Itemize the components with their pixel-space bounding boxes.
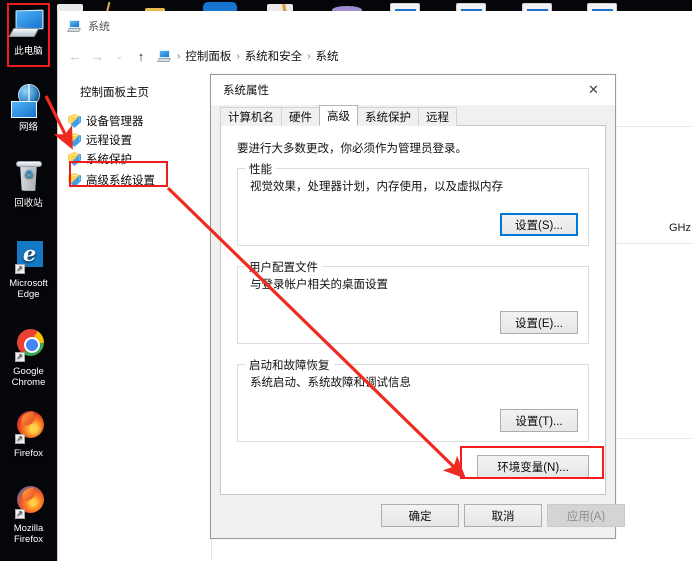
shield-icon (68, 114, 81, 128)
tab-remote[interactable]: 远程 (418, 107, 457, 126)
shortcut-arrow-icon: ↗ (14, 434, 25, 444)
breadcrumb-separator: › (307, 50, 311, 62)
firefox-icon: ↗ (9, 410, 49, 446)
back-button[interactable]: ← (64, 45, 86, 67)
sidebar-item-label: 高级系统设置 (86, 175, 155, 187)
shield-icon (68, 152, 81, 166)
window-title: 系统 (88, 21, 110, 33)
tab-system-protection[interactable]: 系统保护 (357, 107, 419, 126)
user-profiles-description: 与登录帐户相关的桌面设置 (250, 279, 388, 291)
advanced-tab-panel: 要进行大多数更改，你必须作为管理员登录。 性能 视觉效果，处理器计划，内存使用，… (220, 125, 606, 495)
dialog-tabstrip: 计算机名 硬件 高级 系统保护 远程 (220, 105, 606, 126)
user-profiles-legend: 用户配置文件 (245, 259, 322, 275)
desktop-icon-network[interactable]: 网络 (0, 84, 57, 133)
desktop-icon-label: 网络 (18, 122, 38, 133)
user-profiles-settings-button[interactable]: 设置(E)... (500, 311, 578, 334)
computer-icon (67, 19, 82, 33)
desktop-icon-google-chrome[interactable]: ↗ Google Chrome (0, 328, 57, 388)
desktop-icon-label: 此电脑 (14, 46, 43, 57)
shortcut-arrow-icon: ↗ (14, 352, 25, 362)
sidebar-item-advanced-system-settings[interactable]: 高级系统设置 (68, 171, 208, 189)
ok-button[interactable]: 确定 (381, 504, 459, 527)
desktop-icon-label: Firefox (13, 448, 44, 459)
tab-advanced[interactable]: 高级 (319, 105, 358, 126)
desktop-icon-mozilla-firefox[interactable]: ↗ Mozilla Firefox (0, 485, 57, 545)
up-button[interactable]: ↑ (130, 45, 152, 67)
forward-button[interactable]: → (86, 45, 108, 67)
dialog-titlebar: 系统属性 ✕ (211, 75, 615, 105)
system-properties-dialog: 系统属性 ✕ 计算机名 硬件 高级 系统保护 远程 要进行大多数更改，你必须作为… (210, 74, 625, 539)
edge-icon: e ↗ (9, 240, 49, 276)
desktop-icon-label: Google Chrome (11, 366, 46, 388)
dialog-title: 系统属性 (223, 85, 269, 97)
sidebar-item-remote-settings[interactable]: 远程设置 (68, 131, 208, 149)
explorer-navbar: ← → ⌄ ↑ › 控制面板 › 系统和安全 › 系统 (58, 41, 692, 71)
performance-legend: 性能 (245, 161, 276, 177)
desktop-icon-label: Microsoft Edge (9, 278, 48, 300)
desktop-icon-label: Mozilla Firefox (13, 523, 44, 545)
shield-icon (68, 173, 81, 187)
dialog-footer: 确定 取消 应用(A) (211, 495, 625, 538)
shortcut-arrow-icon: ↗ (14, 509, 25, 519)
tab-hardware[interactable]: 硬件 (281, 107, 320, 126)
breadcrumb-item-system[interactable]: 系统 (316, 48, 339, 64)
breadcrumb-item-system-and-security[interactable]: 系统和安全 (245, 48, 303, 64)
desktop-icon-this-pc[interactable]: 此电脑 (0, 8, 57, 57)
recycle-bin-icon: ♻ (9, 160, 49, 196)
breadcrumb[interactable]: › 控制面板 › 系统和安全 › 系统 (157, 45, 692, 67)
computer-icon (8, 8, 49, 44)
close-icon[interactable]: ✕ (572, 75, 615, 105)
performance-groupbox: 性能 视觉效果，处理器计划，内存使用，以及虚拟内存 设置(S)... (237, 161, 589, 246)
breadcrumb-separator: › (177, 50, 181, 62)
startup-recovery-settings-button[interactable]: 设置(T)... (500, 409, 578, 432)
recent-locations-button[interactable]: ⌄ (108, 45, 130, 67)
desktop-icon-column: 此电脑 网络 ♻ 回收站 e ↗ Microsoft Edge ↗ Google… (0, 0, 57, 561)
user-profiles-groupbox: 用户配置文件 与登录帐户相关的桌面设置 设置(E)... (237, 259, 589, 344)
startup-recovery-groupbox: 启动和故障恢复 系统启动、系统故障和调试信息 设置(T)... (237, 357, 589, 442)
breadcrumb-item-control-panel[interactable]: 控制面板 (185, 48, 231, 64)
shortcut-arrow-icon: ↗ (14, 264, 25, 274)
sidebar-item-label: 远程设置 (86, 135, 132, 147)
startup-recovery-description: 系统启动、系统故障和调试信息 (250, 377, 411, 389)
cancel-button[interactable]: 取消 (464, 504, 542, 527)
sidebar-item-label: 设备管理器 (86, 116, 144, 128)
environment-variables-button[interactable]: 环境变量(N)... (477, 455, 589, 478)
sidebar-item-control-panel-home[interactable]: 控制面板主页 (80, 84, 149, 100)
desktop-icon-recycle-bin[interactable]: ♻ 回收站 (0, 160, 57, 209)
performance-settings-button[interactable]: 设置(S)... (500, 213, 578, 236)
sidebar-item-label: 系统保护 (86, 154, 132, 166)
tab-computer-name[interactable]: 计算机名 (220, 107, 282, 126)
startup-recovery-legend: 启动和故障恢复 (245, 357, 334, 373)
performance-description: 视觉效果，处理器计划，内存使用，以及虚拟内存 (250, 181, 503, 193)
sidebar-item-device-manager[interactable]: 设备管理器 (68, 112, 208, 130)
admin-note-text: 要进行大多数更改，你必须作为管理员登录。 (237, 143, 467, 155)
desktop-icon-label: 回收站 (14, 198, 43, 209)
sidebar-item-system-protection[interactable]: 系统保护 (68, 150, 208, 168)
breadcrumb-separator: › (236, 50, 240, 62)
computer-icon (157, 49, 172, 63)
shield-icon (68, 133, 81, 147)
apply-button: 应用(A) (547, 504, 625, 527)
explorer-sidebar: 控制面板主页 设备管理器 远程设置 系统保护 高级系统设置 (58, 71, 210, 561)
processor-speed-text: GHz (669, 222, 691, 234)
chrome-icon: ↗ (9, 328, 49, 364)
network-globe-icon (9, 84, 49, 120)
desktop-icon-microsoft-edge[interactable]: e ↗ Microsoft Edge (0, 240, 57, 300)
explorer-titlebar: 系统 (58, 11, 692, 41)
firefox-blue-icon: ↗ (9, 485, 49, 521)
desktop-icon-firefox[interactable]: ↗ Firefox (0, 410, 57, 459)
